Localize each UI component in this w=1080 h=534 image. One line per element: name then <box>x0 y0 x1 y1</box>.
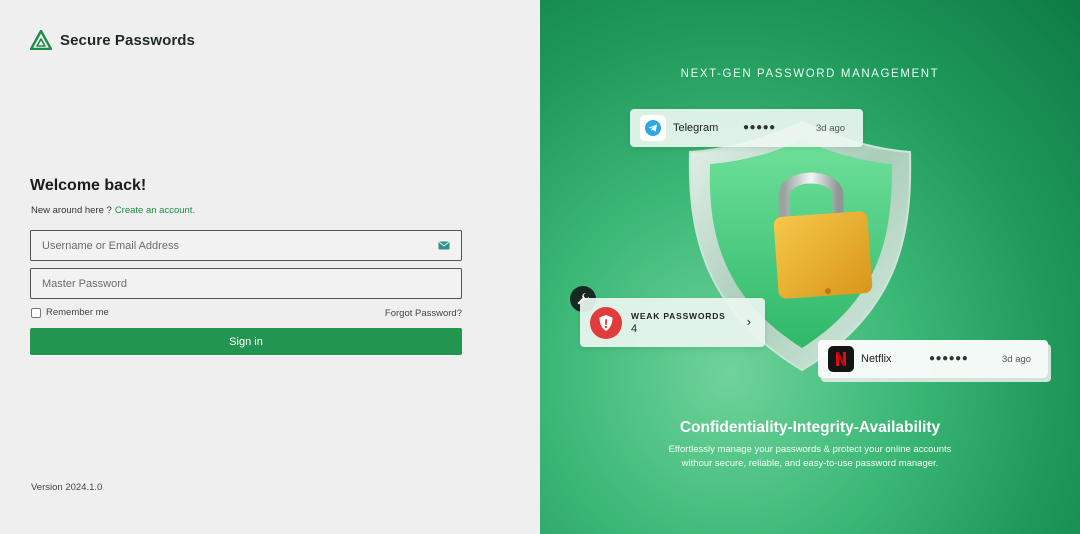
alert-shield-icon <box>599 314 613 331</box>
sign-in-button[interactable]: Sign in <box>30 328 462 355</box>
hero-description-line1: Effortlessly manage your passwords & pro… <box>668 444 952 455</box>
netflix-card: Netflix ●●●●●● 3d ago <box>818 340 1048 378</box>
weak-passwords-title: WEAK PASSWORDS <box>631 310 726 321</box>
weak-passwords-text: WEAK PASSWORDS 4 <box>631 311 726 335</box>
netflix-icon <box>836 352 846 366</box>
telegram-app-icon <box>640 115 666 141</box>
create-account-link[interactable]: Create an account. <box>115 205 195 216</box>
signup-prompt: New around here ? <box>31 205 112 216</box>
welcome-heading: Welcome back! <box>30 177 147 194</box>
telegram-name: Telegram <box>673 122 719 134</box>
password-input[interactable] <box>42 277 450 290</box>
telegram-updated: 3d ago <box>816 123 846 134</box>
signup-line: New around here ? Create an account. <box>31 205 195 216</box>
weak-passwords-card[interactable]: WEAK PASSWORDS 4 › <box>580 298 765 347</box>
hero-description-line2: withour secure, reliable, and easy-to-us… <box>681 458 939 469</box>
hero-panel: NEXT-GEN PASSWORD MANAGEMENT Telegram ●●… <box>540 0 1080 534</box>
chevron-right-icon: › <box>746 314 751 329</box>
remember-label: Remember me <box>46 307 109 318</box>
netflix-masked-password: ●●●●●● <box>929 353 969 364</box>
brand: Secure Passwords <box>30 30 195 50</box>
email-icon <box>438 241 450 250</box>
remember-checkbox[interactable] <box>31 307 41 318</box>
username-field[interactable] <box>30 230 462 261</box>
alert-shield-badge <box>590 306 622 339</box>
version-label: Version 2024.1.0 <box>31 482 103 493</box>
brand-name: Secure Passwords <box>60 31 196 49</box>
password-field[interactable] <box>30 268 462 299</box>
hero-description: Effortlessly manage your passwords & pro… <box>540 443 1080 471</box>
netflix-updated: 3d ago <box>1002 354 1032 365</box>
triangle-logo-icon <box>30 30 52 50</box>
telegram-card: Telegram ●●●●● 3d ago <box>630 109 863 147</box>
hero-tagline: Confidentiality-Integrity-Availability <box>679 419 941 436</box>
weak-passwords-count: 4 <box>631 322 638 335</box>
forgot-password-link[interactable]: Forgot Password? <box>385 308 462 319</box>
netflix-app-icon <box>828 346 854 372</box>
login-panel: Secure Passwords Welcome back! New aroun… <box>0 0 540 534</box>
username-input[interactable] <box>42 239 438 252</box>
remember-me[interactable]: Remember me <box>31 307 109 318</box>
telegram-masked-password: ●●●●● <box>743 122 776 133</box>
netflix-name: Netflix <box>861 353 892 365</box>
telegram-icon <box>645 120 661 136</box>
